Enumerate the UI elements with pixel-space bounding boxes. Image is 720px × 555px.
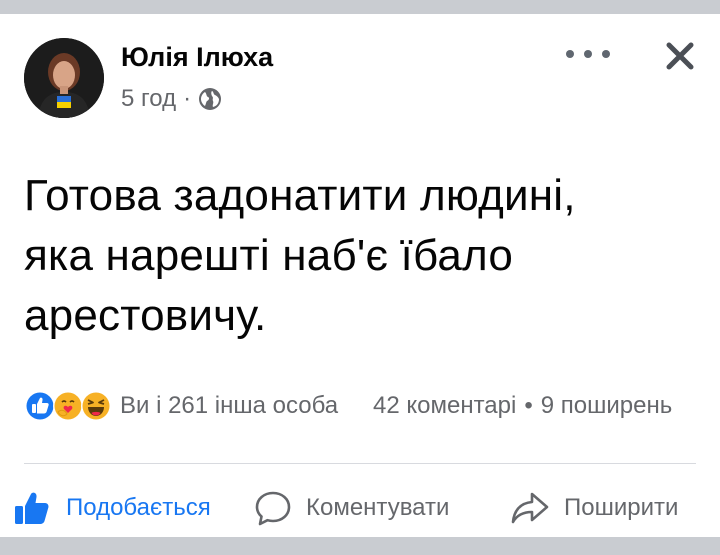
close-icon[interactable] [660, 36, 700, 76]
more-options-icon[interactable] [566, 42, 610, 66]
globe-icon[interactable] [198, 87, 222, 111]
reactions-summary[interactable]: Ви і 261 інша особа [24, 388, 338, 424]
meta-separator: · [183, 85, 192, 112]
thumbs-up-icon [15, 492, 49, 524]
stats-separator: • [524, 392, 533, 419]
haha-reaction-icon [81, 391, 111, 421]
share-label: Поширити [564, 494, 679, 521]
shares-count[interactable]: 9 поширень [541, 392, 672, 420]
post-time[interactable]: 5 год [121, 85, 176, 113]
reaction-count: Ви і 261 інша особа [120, 392, 339, 419]
post-card: Юлія Ілюха 5 год · Готова задонатити люд… [0, 14, 720, 537]
comment-label: Коментувати [306, 494, 450, 521]
like-label: Подобається [66, 494, 211, 521]
comments-count[interactable]: 42 коментарі [373, 392, 516, 420]
like-button[interactable]: Подобається [12, 486, 211, 530]
post-stats: 42 коментарі • 9 поширень [373, 388, 672, 424]
post-text: Готова задонатити людині, яка нарешті на… [24, 171, 576, 340]
comment-icon [255, 491, 291, 526]
share-icon [511, 492, 549, 524]
avatar[interactable] [24, 38, 104, 118]
reaction-icons [24, 390, 112, 422]
share-button[interactable]: Поширити [510, 486, 678, 530]
divider [24, 463, 696, 464]
post-meta: 5 год · [121, 85, 222, 113]
comment-button[interactable]: Коментувати [254, 486, 449, 530]
author-name[interactable]: Юлія Ілюха [121, 42, 273, 73]
avatar-image [24, 38, 104, 118]
